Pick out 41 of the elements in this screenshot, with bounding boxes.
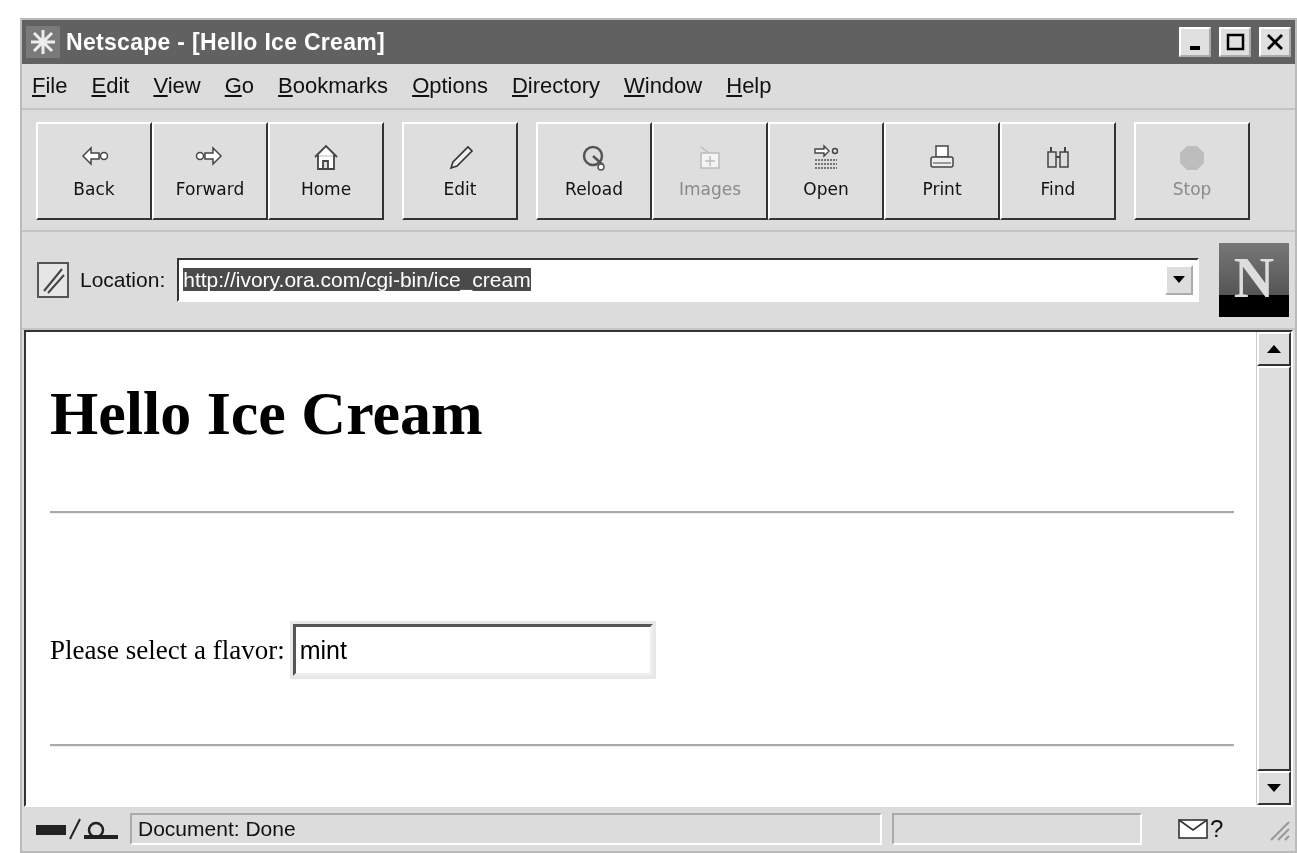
flavor-field[interactable]: mint	[292, 624, 653, 676]
flavor-label: Please select a flavor:	[50, 634, 285, 666]
stop-icon	[1177, 143, 1207, 173]
toolbar-button[interactable]: Forward	[152, 122, 268, 220]
toolbar-button[interactable]: Back	[36, 122, 152, 220]
down-arrow-icon	[1267, 784, 1281, 792]
menu-item[interactable]: Help	[726, 73, 772, 99]
bookmark-page-icon[interactable]	[36, 261, 72, 299]
toolbar-button[interactable]: Print	[884, 122, 1000, 220]
menu-item[interactable]: Directory	[511, 73, 600, 99]
scrollbar-thumb[interactable]	[1257, 366, 1291, 771]
minimize-icon	[1190, 46, 1200, 50]
app-icon	[26, 26, 60, 58]
mail-icon[interactable]	[1178, 819, 1208, 839]
dropdown-button[interactable]	[1165, 265, 1193, 295]
scroll-up-button[interactable]	[1257, 332, 1291, 366]
maximize-button[interactable]	[1219, 27, 1251, 57]
menu-item[interactable]: Edit	[91, 73, 130, 99]
toolbar-button[interactable]: Open	[768, 122, 884, 220]
location-field[interactable]: http://ivory.ora.com/cgi-bin/ice_cream	[177, 258, 1199, 302]
menu-item[interactable]: Window	[624, 73, 703, 99]
window-title: Netscape - [Hello Ice Cream]	[66, 28, 386, 56]
location-label: Location:	[80, 268, 166, 292]
up-arrow-icon	[1267, 345, 1281, 353]
close-button[interactable]	[1259, 27, 1291, 57]
page-heading: Hello Ice Cream	[50, 378, 484, 449]
menu-item[interactable]: Options	[412, 73, 488, 99]
mail-status: ?	[1210, 815, 1224, 843]
caret-icon	[1173, 276, 1185, 284]
menu-item[interactable]: View	[153, 73, 201, 99]
menu-item[interactable]: Go	[224, 73, 255, 99]
status-message: Document: Done	[130, 813, 882, 845]
menu-item[interactable]: File	[32, 73, 68, 99]
minimize-button[interactable]	[1179, 27, 1211, 57]
toolbar-button[interactable]: Edit	[402, 122, 518, 220]
scroll-down-button[interactable]	[1257, 771, 1291, 805]
toolbar-button[interactable]: Reload	[536, 122, 652, 220]
toolbar-button[interactable]: Find	[1000, 122, 1116, 220]
menu-item[interactable]: Bookmarks	[278, 73, 389, 99]
toolbar-button[interactable]: Home	[268, 122, 384, 220]
netscape-logo[interactable]: N	[1219, 243, 1289, 317]
